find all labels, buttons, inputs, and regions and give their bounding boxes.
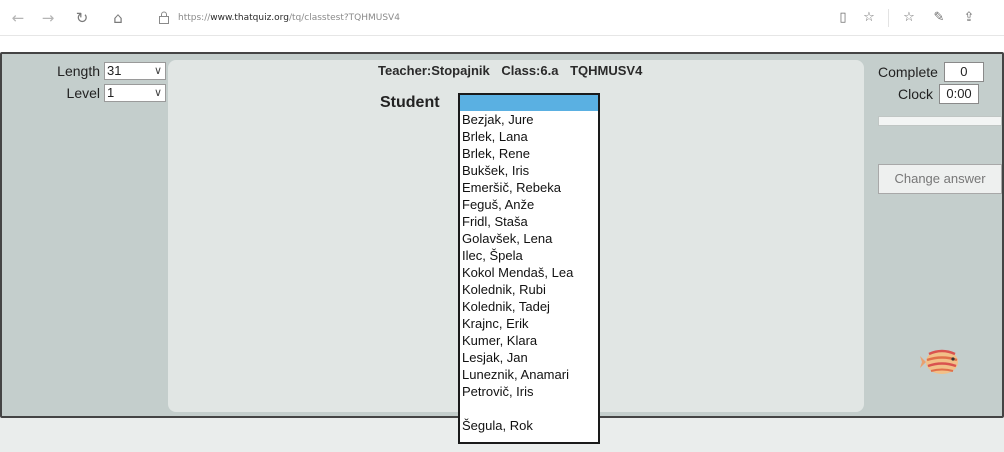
- student-option[interactable]: Feguš, Anže: [460, 196, 598, 213]
- refresh-icon[interactable]: ↻: [70, 6, 94, 30]
- student-option[interactable]: Kolednik, Tadej: [460, 298, 598, 315]
- class-header: Teacher:Stopajnik Class:6.a TQHMUSV4: [378, 63, 650, 78]
- student-option[interactable]: Lesjak, Jan: [460, 349, 598, 366]
- complete-label: Complete: [878, 64, 938, 80]
- teacher-label: Teacher:Stopajnik: [378, 63, 490, 78]
- home-icon[interactable]: ⌂: [106, 6, 130, 30]
- level-row: Level 1 ∨: [67, 84, 166, 102]
- student-dropdown[interactable]: Bezjak, Jure Brlek, Lana Brlek, Rene Buk…: [458, 93, 600, 444]
- student-label: Student: [380, 94, 440, 111]
- chevron-down-icon: ∨: [153, 86, 162, 99]
- length-select[interactable]: 31 ∨: [104, 62, 166, 80]
- url-path: /tq/classtest?TQHMUSV4: [288, 13, 400, 23]
- length-row: Length 31 ∨: [57, 62, 166, 80]
- student-option[interactable]: Petrovič, Iris: [460, 383, 598, 400]
- progress-bar: [878, 116, 1002, 126]
- change-answer-button[interactable]: Change answer: [878, 164, 1002, 194]
- forward-icon[interactable]: →: [36, 6, 60, 30]
- settings-panel: Length 31 ∨ Level 1 ∨: [2, 54, 166, 416]
- url-prefix: https://: [178, 13, 211, 23]
- student-option[interactable]: Kumer, Klara: [460, 332, 598, 349]
- url-host: www.thatquiz.org: [210, 13, 289, 23]
- browser-toolbar: ← → ↻ ⌂ https://www.thatquiz.org/tq/clas…: [0, 0, 1004, 36]
- length-label: Length: [57, 63, 100, 79]
- clock-value: 0:00: [939, 84, 980, 104]
- class-code: TQHMUSV4: [570, 63, 643, 78]
- student-option-selected[interactable]: [460, 95, 598, 111]
- status-panel: Complete 0 Clock 0:00 Change answer: [866, 54, 1002, 416]
- level-value: 1: [107, 85, 115, 100]
- share-icon[interactable]: ⇪: [958, 7, 980, 29]
- clock-row: Clock 0:00: [898, 84, 980, 104]
- complete-count: 0: [943, 62, 984, 82]
- student-option[interactable]: Golavšek, Lena: [460, 230, 598, 247]
- reading-view-icon[interactable]: ▯: [832, 7, 854, 29]
- address-bar[interactable]: https://www.thatquiz.org/tq/classtest?TQ…: [178, 11, 400, 25]
- student-option[interactable]: Šegula, Rok: [460, 417, 598, 434]
- favorite-star-icon[interactable]: ☆: [858, 7, 880, 29]
- back-icon[interactable]: ←: [6, 6, 30, 30]
- student-option[interactable]: Emeršič, Rebeka: [460, 179, 598, 196]
- student-option[interactable]: Kolednik, Rubi: [460, 281, 598, 298]
- length-value: 31: [107, 63, 122, 78]
- student-option[interactable]: Bukšek, Iris: [460, 162, 598, 179]
- student-option[interactable]: Luneznik, Anamari: [460, 366, 598, 383]
- chevron-down-icon: ∨: [153, 64, 162, 77]
- clock-label: Clock: [898, 86, 934, 102]
- student-option[interactable]: Ilec, Špela: [460, 247, 598, 264]
- student-option[interactable]: Fridl, Staša: [460, 213, 598, 230]
- student-option[interactable]: Kokol Mendaš, Lea: [460, 264, 598, 281]
- fish-logo-icon: [920, 346, 964, 378]
- student-option[interactable]: Krajnc, Erik: [460, 315, 598, 332]
- student-option[interactable]: Bezjak, Jure: [460, 111, 598, 128]
- lock-icon: [157, 11, 171, 25]
- web-notes-icon[interactable]: ✎: [928, 7, 950, 29]
- toolbar-divider: [888, 9, 889, 27]
- favorites-hub-icon[interactable]: ☆: [898, 7, 920, 29]
- level-label: Level: [66, 85, 100, 101]
- complete-row: Complete 0: [878, 62, 984, 82]
- level-select[interactable]: 1 ∨: [104, 84, 166, 102]
- student-option[interactable]: Brlek, Rene: [460, 145, 598, 162]
- student-option[interactable]: [460, 400, 598, 417]
- student-option[interactable]: Brlek, Lana: [460, 128, 598, 145]
- class-label: Class:6.a: [501, 63, 559, 78]
